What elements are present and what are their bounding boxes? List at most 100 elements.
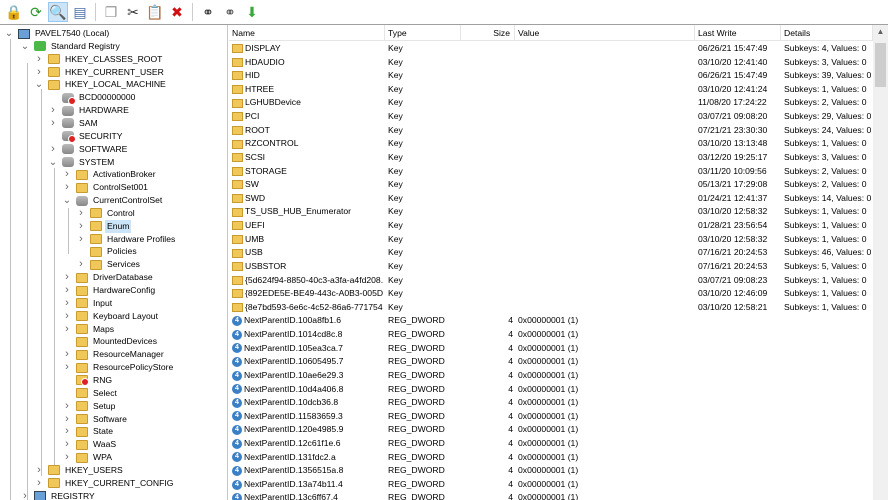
column-header-size[interactable]: Size — [461, 25, 515, 41]
expand-arrow-icon[interactable]: › — [76, 220, 86, 233]
table-row[interactable]: STORAGE Key 03/11/20 10:09:56 Subkeys: 2, V… — [229, 165, 873, 179]
lock-button[interactable]: 🔒 — [4, 2, 24, 22]
table-row[interactable]: 4 NextParentID.10605495.7 REG_DWORD 4 0x0000… — [229, 355, 873, 369]
table-row[interactable]: 4 NextParentID.1356515a.8 REG_DWORD 4 0x0000… — [229, 464, 873, 478]
table-row[interactable]: RZCONTROL Key 03/10/20 13:13:48 Subkeys: 1,… — [229, 137, 873, 151]
tree-node[interactable]: State — [76, 425, 115, 438]
expand-arrow-icon[interactable]: › — [62, 451, 72, 464]
table-row[interactable]: 4 NextParentID.105ea3ca.7 REG_DWORD 4 0x0000… — [229, 342, 873, 356]
tree-node[interactable]: ResourceManager — [76, 348, 166, 361]
tree-node[interactable]: Software — [76, 413, 129, 426]
expand-arrow-icon[interactable]: › — [48, 117, 58, 130]
table-row[interactable]: 4 NextParentID.10d4a406.8 REG_DWORD 4 0x0000… — [229, 383, 873, 397]
find-folder-button[interactable]: 🔍 — [48, 2, 68, 22]
expand-arrow-icon[interactable]: › — [34, 53, 44, 66]
expand-arrow-icon[interactable]: › — [48, 143, 58, 156]
tree-node[interactable]: MountedDevices — [76, 335, 159, 348]
column-header-last-write[interactable]: Last Write — [695, 25, 781, 41]
export-button[interactable]: ⬇ — [242, 2, 262, 22]
table-row[interactable]: HDAUDIO Key 03/10/20 12:41:40 Subkeys: 3, V… — [229, 56, 873, 70]
tree-node[interactable]: HKEY_CLASSES_ROOT — [48, 53, 164, 66]
table-row[interactable]: LGHUBDevice Key 11/08/20 17:24:22 Subkeys: … — [229, 96, 873, 110]
tree-node[interactable]: REGISTRY — [34, 490, 97, 500]
tree-node[interactable]: HKEY_USERS — [48, 464, 125, 477]
table-row[interactable]: 4 NextParentID.100a8fb1.6 REG_DWORD 4 0x0000… — [229, 314, 873, 328]
expand-arrow-icon[interactable]: › — [62, 284, 72, 297]
tree-node[interactable]: HKEY_LOCAL_MACHINE — [48, 78, 168, 91]
tree-node[interactable]: WaaS — [76, 438, 118, 451]
table-row[interactable]: {5d624f94-8850-40c3-a3fa-a4fd208... Key 03… — [229, 274, 873, 288]
tree-node[interactable]: Control — [90, 207, 137, 220]
collapse-arrow-icon[interactable]: ⌄ — [34, 78, 44, 91]
expand-arrow-icon[interactable]: › — [62, 438, 72, 451]
tree-node[interactable]: PAVEL7540 (Local) — [18, 27, 111, 40]
scrollbar-thumb[interactable] — [875, 43, 886, 87]
expand-arrow-icon[interactable]: › — [62, 425, 72, 438]
tree-node[interactable]: Keyboard Layout — [76, 310, 160, 323]
tree-node[interactable]: Input — [76, 297, 114, 310]
table-row[interactable]: 4 NextParentID.120e4985.9 REG_DWORD 4 0x0000… — [229, 423, 873, 437]
table-row[interactable]: DISPLAY Key 06/26/21 15:47:49 Subkeys: 4, V… — [229, 42, 873, 56]
table-row[interactable]: 4 NextParentID.131fdc2.a REG_DWORD 4 0x00000… — [229, 451, 873, 465]
tree-node[interactable]: ControlSet001 — [76, 181, 150, 194]
table-row[interactable]: SCSI Key 03/12/20 19:25:17 Subkeys: 3, Valu… — [229, 151, 873, 165]
expand-arrow-icon[interactable]: › — [76, 258, 86, 271]
table-row[interactable]: 4 NextParentID.12c61f1e.6 REG_DWORD 4 0x0000… — [229, 437, 873, 451]
copy-button[interactable]: ❐ — [101, 2, 121, 22]
table-row[interactable]: HTREE Key 03/10/20 12:41:24 Subkeys: 1, Val… — [229, 83, 873, 97]
expand-arrow-icon[interactable]: › — [62, 323, 72, 336]
tree-node[interactable]: SECURITY — [62, 130, 124, 144]
tree-node[interactable]: CurrentControlSet — [76, 194, 164, 207]
expand-arrow-icon[interactable]: › — [62, 400, 72, 413]
expand-arrow-icon[interactable]: › — [62, 310, 72, 323]
table-row[interactable]: TS_USB_HUB_Enumerator Key 03/10/20 12:58:3… — [229, 205, 873, 219]
expand-arrow-icon[interactable]: › — [62, 297, 72, 310]
expand-arrow-icon[interactable]: › — [48, 104, 58, 117]
tree-node[interactable]: BCD00000000 — [62, 91, 137, 105]
expand-arrow-icon[interactable]: › — [20, 490, 30, 500]
paste-button[interactable]: 📋 — [145, 2, 165, 22]
expand-arrow-icon[interactable]: › — [34, 464, 44, 477]
expand-arrow-icon[interactable]: › — [62, 168, 72, 181]
table-row[interactable]: SWD Key 01/24/21 12:41:37 Subkeys: 14, Valu… — [229, 192, 873, 206]
tree-node[interactable]: Policies — [90, 245, 139, 258]
tree-node[interactable]: HKEY_CURRENT_CONFIG — [48, 477, 175, 490]
tree-node[interactable]: Services — [90, 258, 142, 271]
tree-node[interactable]: Maps — [76, 323, 116, 336]
column-header-type[interactable]: Type — [385, 25, 461, 41]
binoculars-button[interactable]: ⚭ — [198, 2, 218, 22]
tree-node[interactable]: DriverDatabase — [76, 271, 155, 284]
table-row[interactable]: USB Key 07/16/21 20:24:53 Subkeys: 46, Valu… — [229, 246, 873, 260]
tree-node[interactable]: Select — [76, 387, 119, 400]
delete-button[interactable]: ✖ — [167, 2, 187, 22]
collapse-arrow-icon[interactable]: ⌄ — [20, 40, 30, 53]
table-row[interactable]: UEFI Key 01/28/21 23:56:54 Subkeys: 1, Valu… — [229, 219, 873, 233]
column-header-name[interactable]: Name — [229, 25, 385, 41]
expand-arrow-icon[interactable]: › — [76, 207, 86, 220]
table-row[interactable]: 4 NextParentID.10ae6e29.3 REG_DWORD 4 0x0000… — [229, 369, 873, 383]
refresh-button[interactable]: ⟳ — [26, 2, 46, 22]
expand-arrow-icon[interactable]: › — [34, 66, 44, 79]
table-row[interactable]: UMB Key 03/10/20 12:58:32 Subkeys: 1, Value… — [229, 233, 873, 247]
expand-arrow-icon[interactable]: › — [34, 477, 44, 490]
collapse-arrow-icon[interactable]: ⌄ — [62, 194, 72, 207]
vertical-scrollbar[interactable]: ▲ — [873, 25, 888, 500]
expand-arrow-icon[interactable]: › — [62, 271, 72, 284]
table-row[interactable]: USBSTOR Key 07/16/21 20:24:53 Subkeys: 5, V… — [229, 260, 873, 274]
table-row[interactable]: 4 NextParentID.10dcb36.8 REG_DWORD 4 0x00000… — [229, 396, 873, 410]
column-header-details[interactable]: Details — [781, 25, 873, 41]
scroll-up-icon[interactable]: ▲ — [873, 27, 888, 36]
tree-node[interactable]: ActivationBroker — [76, 168, 158, 181]
column-header-value[interactable]: Value — [515, 25, 695, 41]
table-row[interactable]: SW Key 05/13/21 17:29:08 Subkeys: 2, Values… — [229, 178, 873, 192]
tree-node[interactable]: SOFTWARE — [62, 143, 129, 156]
find-next-button[interactable]: ⚭ — [220, 2, 240, 22]
tree-node[interactable]: SAM — [62, 117, 100, 130]
tree-node[interactable]: Enum — [90, 219, 132, 233]
expand-arrow-icon[interactable]: › — [62, 181, 72, 194]
collapse-arrow-icon[interactable]: ⌄ — [4, 27, 14, 40]
table-row[interactable]: HID Key 06/26/21 15:47:49 Subkeys: 39, Valu… — [229, 69, 873, 83]
tree-node[interactable]: HARDWARE — [62, 104, 131, 117]
expand-arrow-icon[interactable]: › — [62, 413, 72, 426]
table-row[interactable]: 4 NextParentID.13c6ff67.4 REG_DWORD 4 0x0000… — [229, 491, 873, 500]
